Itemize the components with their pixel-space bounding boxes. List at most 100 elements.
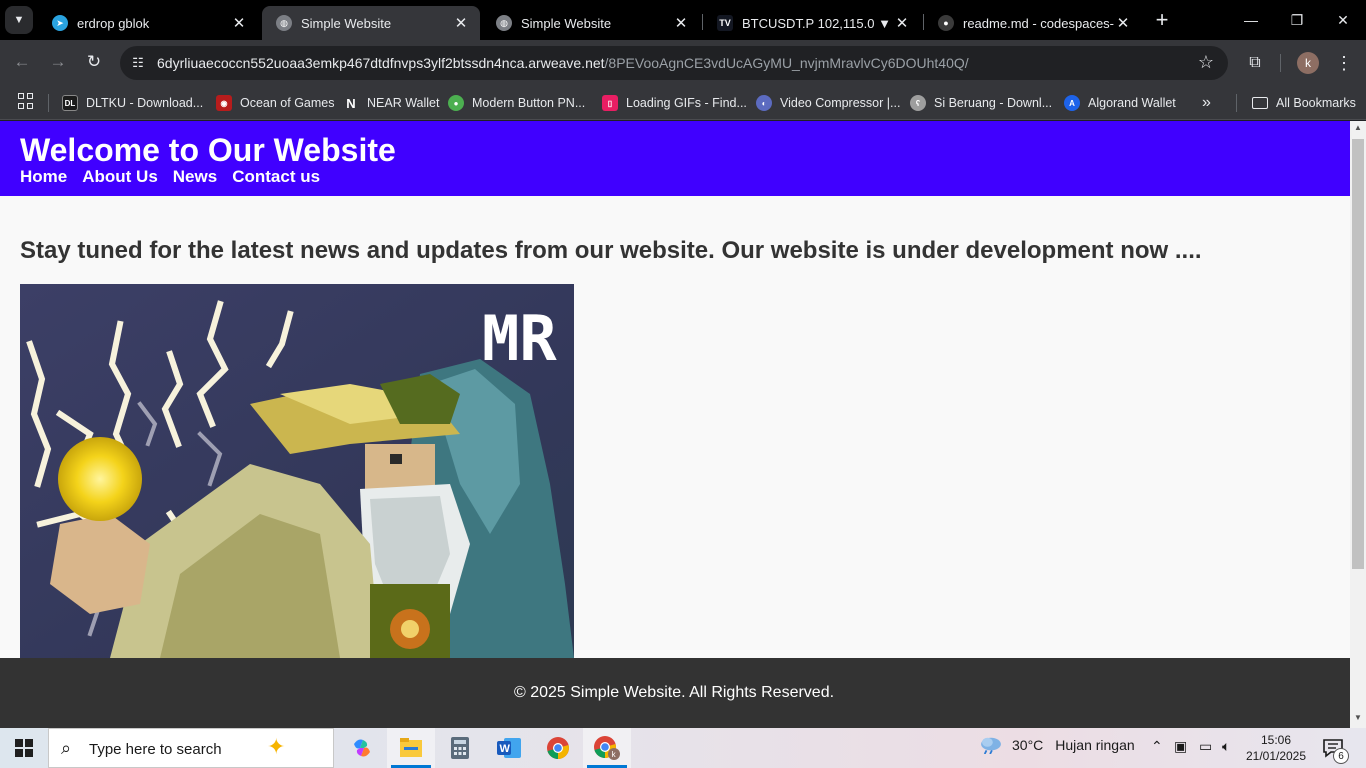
bookmark-star-icon[interactable]: ☆ — [1198, 52, 1214, 73]
video-compressor-icon: ◐ — [756, 95, 772, 111]
restore-button[interactable]: ❐ — [1274, 0, 1320, 40]
wizard-pixel-art-image: MR — [20, 284, 574, 658]
bookmark-modern-button[interactable]: ● Modern Button PN... — [448, 92, 585, 114]
notification-count-badge: 6 — [1333, 748, 1349, 764]
close-icon[interactable]: ✕ — [893, 14, 911, 32]
browser-toolbar: ← → ↻ ☷ 6dyrliuaecoccn552uoaa3emkp467dtd… — [0, 40, 1366, 86]
security-tray-icon[interactable]: ▣ — [1174, 738, 1187, 755]
url-text[interactable]: 6dyrliuaecoccn552uoaa3emkp467dtdfnvps3yl… — [157, 55, 969, 71]
wizard-illustration: MR — [20, 284, 574, 658]
minimize-button[interactable]: — — [1228, 0, 1274, 40]
dltku-icon: DL — [62, 95, 78, 111]
svg-text:W: W — [500, 743, 511, 755]
arrow-left-icon: ← — [13, 52, 31, 71]
clock-date: 21/01/2025 — [1245, 749, 1307, 763]
folder-icon — [1252, 97, 1268, 109]
tab-erdrop[interactable]: ➤ erdrop gblok ✕ — [38, 6, 258, 40]
chrome-profile-taskbar-app[interactable]: k — [583, 728, 631, 768]
tradingview-icon: TV — [717, 15, 733, 31]
nav-link-about-us[interactable]: About Us — [82, 167, 158, 187]
bookmark-video-compressor[interactable]: ◐ Video Compressor |... — [756, 92, 900, 114]
more-bookmarks-chevron-icon[interactable]: » — [1202, 94, 1211, 112]
calculator-taskbar-app[interactable] — [436, 728, 484, 768]
clock-time: 15:06 — [1260, 733, 1292, 747]
minimize-icon: — — [1244, 12, 1258, 28]
menu-kebab-icon[interactable]: ⋮ — [1332, 51, 1356, 75]
close-icon[interactable]: ✕ — [230, 14, 248, 32]
nav-link-news[interactable]: News — [173, 167, 217, 187]
back-button[interactable]: ← — [8, 48, 36, 76]
close-icon[interactable]: ✕ — [1114, 14, 1132, 32]
tab-simple-website[interactable]: ◍ Simple Website ✕ — [482, 6, 700, 40]
bookmark-algorand-wallet[interactable]: A Algorand Wallet — [1064, 92, 1176, 114]
reload-icon: ↻ — [86, 52, 102, 71]
windows-logo-icon — [15, 739, 33, 757]
chrome-taskbar-app[interactable] — [534, 728, 582, 768]
scroll-down-arrow-icon[interactable]: ▼ — [1350, 713, 1366, 725]
scroll-up-arrow-icon[interactable]: ▲ — [1350, 123, 1366, 135]
site-title: Welcome to Our Website — [20, 132, 396, 168]
site-header: Welcome to Our Website Home About Us New… — [0, 121, 1350, 196]
bookmark-separator — [48, 94, 49, 112]
windows-taskbar: ⌕ Type here to search ✦ W k 30°C Hujan r… — [0, 728, 1366, 768]
speaker-volume-icon[interactable]: 🔈︎ — [1222, 738, 1230, 755]
page-scrollbar[interactable]: ▲ ▼ — [1350, 121, 1366, 728]
rain-cloud-icon — [981, 737, 1001, 754]
close-window-button[interactable]: ✕ — [1320, 0, 1366, 40]
bookmark-dltku[interactable]: DL DLTKU - Download... — [62, 92, 203, 114]
chevron-down-icon: ▼ — [13, 14, 25, 26]
bookmark-ocean-of-games[interactable]: ◉ Ocean of Games — [216, 92, 335, 114]
address-bar[interactable]: ☷ 6dyrliuaecoccn552uoaa3emkp467dtdfnvps3… — [120, 46, 1228, 80]
bookmark-near-wallet[interactable]: N NEAR Wallet — [343, 92, 439, 114]
close-icon[interactable]: ✕ — [452, 14, 470, 32]
globe-icon: ◍ — [496, 15, 512, 31]
nav-link-home[interactable]: Home — [20, 167, 67, 187]
battery-network-icon[interactable]: ▭ — [1199, 738, 1212, 755]
gamepad-icon: ◉ — [216, 95, 232, 111]
close-icon[interactable]: ✕ — [672, 14, 690, 32]
apps-grid-icon[interactable] — [18, 93, 34, 109]
footer-copyright: © 2025 Simple Website. All Rights Reserv… — [513, 684, 835, 701]
file-explorer-taskbar-app[interactable] — [387, 728, 435, 768]
site-nav: Home About Us News Contact us — [20, 167, 320, 187]
copilot-icon — [354, 739, 370, 757]
telegram-icon: ➤ — [52, 15, 68, 31]
restore-icon: ❐ — [1290, 11, 1304, 28]
show-hidden-icons-chevron-icon[interactable]: ⌃ — [1151, 738, 1163, 755]
bookmark-loading-gifs[interactable]: ▯ Loading GIFs - Find... — [602, 92, 747, 114]
weather-widget[interactable]: 30°C Hujan ringan — [978, 736, 1135, 754]
tab-simple-website-active[interactable]: ◍ Simple Website ✕ — [262, 6, 480, 40]
taskbar-clock[interactable]: 15:06 21/01/2025 — [1240, 732, 1312, 764]
extensions-icon[interactable]: ⧉ — [1243, 51, 1267, 75]
tab-readme[interactable]: ● readme.md - codespaces-bla ✕ — [924, 6, 1142, 40]
mr-monogram: MR — [482, 302, 557, 375]
tab-strip: ▼ ➤ erdrop gblok ✕ ◍ Simple Website ✕ ◍ … — [0, 0, 1366, 40]
nav-link-contact-us[interactable]: Contact us — [232, 167, 320, 187]
reload-button[interactable]: ↻ — [80, 48, 108, 76]
taskbar-search-box[interactable]: ⌕ Type here to search ✦ — [48, 728, 334, 768]
profile-avatar[interactable]: k — [1297, 52, 1319, 74]
site-info-icon[interactable]: ☷ — [128, 53, 148, 73]
page-tagline: Stay tuned for the latest news and updat… — [20, 237, 1202, 264]
arrow-right-icon: → — [49, 52, 67, 71]
tab-btcusdt[interactable]: TV BTCUSDT.P 102,115.0 ▼ −0.1 ✕ — [703, 6, 921, 40]
scroll-thumb[interactable] — [1352, 139, 1364, 569]
bookmarks-bar: DL DLTKU - Download... ◉ Ocean of Games … — [0, 86, 1366, 120]
gif-icon: ▯ — [602, 95, 618, 111]
start-button[interactable] — [0, 728, 48, 768]
globe-icon: ◍ — [276, 15, 292, 31]
toolbar-separator — [1280, 54, 1281, 72]
word-icon: W — [497, 738, 521, 758]
calculator-icon — [451, 737, 469, 759]
chrome-icon — [547, 737, 569, 759]
word-taskbar-app[interactable]: W — [485, 728, 533, 768]
all-bookmarks-button[interactable]: All Bookmarks — [1252, 92, 1356, 114]
forward-button[interactable]: → — [44, 48, 72, 76]
search-highlight-sparkle-icon: ✦ — [267, 734, 286, 759]
tab-search-button[interactable]: ▼ — [5, 6, 33, 34]
new-tab-button[interactable]: + — [1150, 7, 1174, 32]
button-icon: ● — [448, 95, 464, 111]
copilot-taskbar-app[interactable] — [338, 728, 386, 768]
bookmark-si-beruang[interactable]: ʕ Si Beruang - Downl... — [910, 92, 1052, 114]
near-icon: N — [346, 95, 356, 111]
